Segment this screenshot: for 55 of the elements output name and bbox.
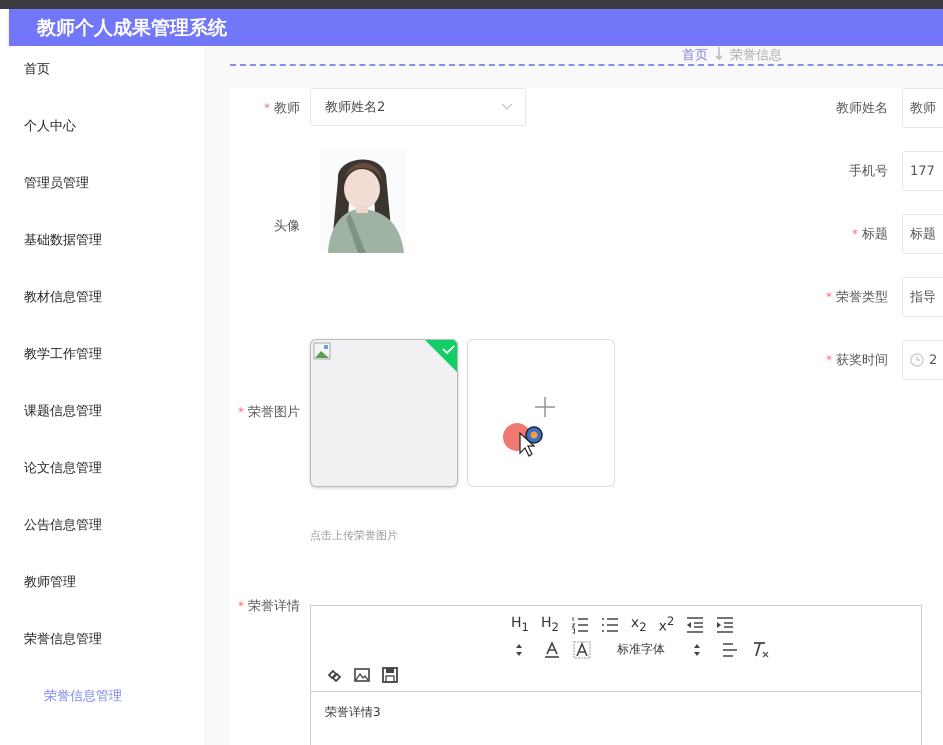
field-label: 荣誉图片 bbox=[248, 405, 300, 420]
sidebar-item[interactable]: 教学工作管理 bbox=[9, 344, 205, 401]
image-icon[interactable] bbox=[353, 666, 371, 684]
field-label: 获奖时间 bbox=[836, 353, 888, 368]
input-field[interactable]: 2 bbox=[902, 340, 943, 380]
sidebar-item[interactable]: 个人中心 bbox=[9, 116, 205, 173]
sidebar-item[interactable]: 公告信息管理 bbox=[9, 515, 205, 572]
font-color-icon[interactable] bbox=[543, 640, 561, 658]
format-button[interactable]: x$^{2}$ bbox=[658, 614, 674, 635]
required-mark: * bbox=[238, 599, 244, 613]
editor-text[interactable]: 荣誉详情3 bbox=[311, 692, 921, 745]
broken-image-icon[interactable] bbox=[313, 342, 331, 360]
format-button[interactable]: x$_{2}$ bbox=[630, 615, 647, 634]
plus-icon[interactable] bbox=[534, 396, 556, 418]
sidebar-item[interactable]: 教师管理 bbox=[9, 572, 205, 629]
input-field[interactable]: 标题 bbox=[902, 214, 943, 254]
clear-format-icon[interactable] bbox=[751, 640, 769, 658]
format-button[interactable]: H$_{1}$ bbox=[511, 615, 529, 634]
required-mark: * bbox=[826, 290, 832, 304]
separator-icon bbox=[714, 46, 724, 60]
bullet-list-icon[interactable] bbox=[600, 616, 619, 634]
highlight-icon[interactable] bbox=[573, 640, 591, 658]
outdent-icon[interactable] bbox=[686, 616, 704, 634]
align-left-icon[interactable] bbox=[721, 640, 739, 658]
sidebar-item[interactable]: 课题信息管理 bbox=[9, 401, 205, 458]
required-mark: * bbox=[852, 227, 858, 241]
field-label: 头像 bbox=[274, 219, 300, 234]
field-label: 教师姓名 bbox=[836, 101, 888, 116]
numbered-list-icon[interactable] bbox=[570, 616, 589, 634]
input-field[interactable]: 教师 bbox=[902, 88, 943, 128]
sidebar-item[interactable]: 首页 bbox=[9, 59, 205, 116]
input-field[interactable]: 指导 bbox=[902, 277, 943, 317]
field-label: 教师 bbox=[274, 101, 300, 116]
sidebar-item[interactable]: 荣誉信息管理 bbox=[9, 629, 205, 686]
teacher-select[interactable]: 教师姓名2 bbox=[310, 88, 526, 126]
field-label: 荣誉类型 bbox=[836, 290, 888, 305]
required-mark: * bbox=[826, 353, 832, 367]
save-icon[interactable] bbox=[381, 666, 399, 684]
upload-hint: 点击上传荣誉图片 bbox=[310, 528, 399, 543]
field-label: 手机号 bbox=[849, 164, 888, 179]
required-mark: * bbox=[264, 101, 270, 115]
field-label: 标题 bbox=[862, 227, 888, 242]
success-check-icon[interactable] bbox=[424, 340, 457, 373]
field-label: 荣誉详情 bbox=[248, 599, 300, 614]
indent-icon[interactable] bbox=[716, 616, 734, 634]
input-field[interactable]: 177 bbox=[902, 151, 943, 191]
sidebar-item[interactable]: 管理员管理 bbox=[9, 173, 205, 230]
sidebar-item[interactable]: 论文信息管理 bbox=[9, 458, 205, 515]
sidebar-item[interactable]: 基础数据管理 bbox=[9, 230, 205, 287]
rich-text-editor[interactable]: H$_{1}$ H$_{2}$ x$_{2}$ x$^{2}$ 标准字体 荣誉详情3 bbox=[310, 605, 922, 745]
app-title: 教师个人成果管理系统 bbox=[37, 16, 227, 40]
sidebar-item[interactable]: 教材信息管理 bbox=[9, 287, 205, 344]
format-button[interactable]: H$_{2}$ bbox=[540, 615, 559, 634]
font-select[interactable]: 标准字体 bbox=[617, 641, 665, 658]
required-mark: * bbox=[238, 405, 244, 419]
